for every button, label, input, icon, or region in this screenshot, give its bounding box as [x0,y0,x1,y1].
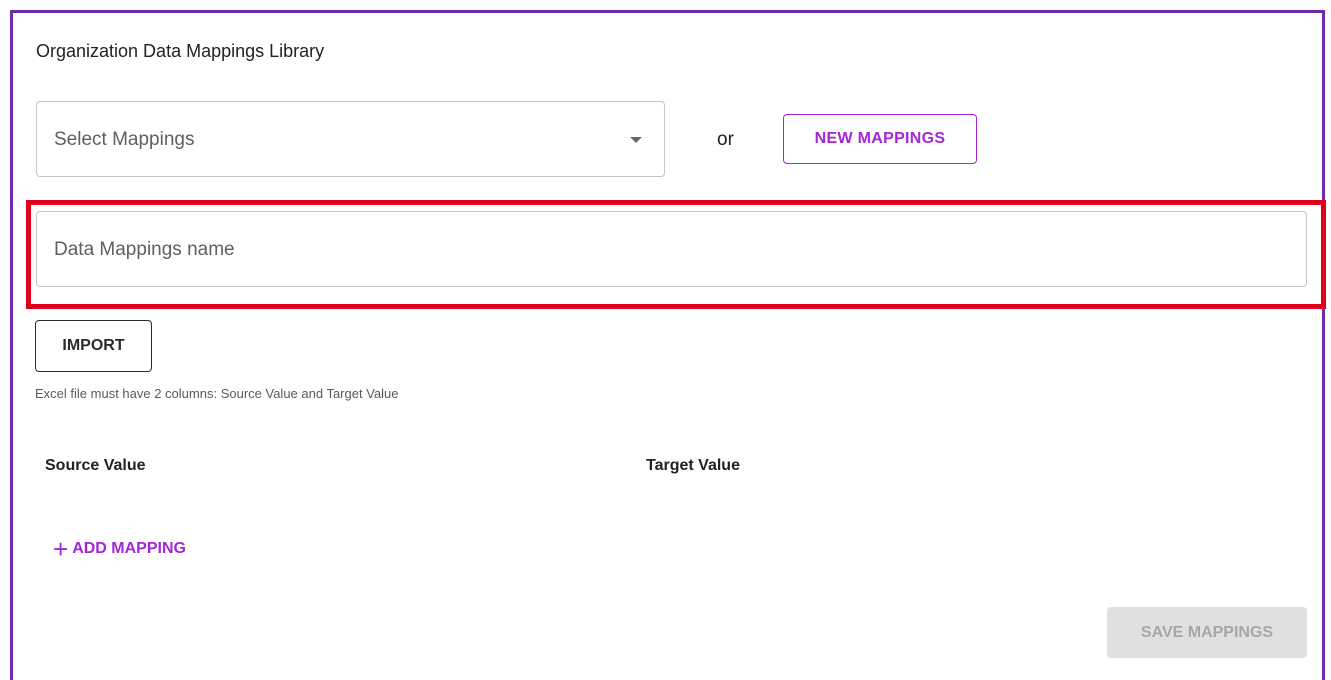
add-mapping-label: ADD MAPPING [72,540,186,557]
data-mappings-name-input[interactable]: Data Mappings name [36,211,1307,287]
select-mappings-placeholder: Select Mappings [54,129,195,150]
column-header-source-value: Source Value [45,457,146,474]
caret-down-icon [630,137,642,143]
add-mapping-button[interactable]: + ADD MAPPING [53,536,186,562]
select-mappings-dropdown[interactable]: Select Mappings [36,101,665,177]
save-mappings-button[interactable]: SAVE MAPPINGS [1107,607,1307,658]
data-mappings-name-placeholder: Data Mappings name [54,239,235,260]
or-label: or [717,129,734,150]
column-header-target-value: Target Value [646,457,740,474]
import-button[interactable]: IMPORT [35,320,152,372]
page-title: Organization Data Mappings Library [36,41,325,61]
new-mappings-button[interactable]: NEW MAPPINGS [783,114,977,164]
import-hint-text: Excel file must have 2 columns: Source V… [35,386,399,401]
plus-icon: + [53,534,69,564]
